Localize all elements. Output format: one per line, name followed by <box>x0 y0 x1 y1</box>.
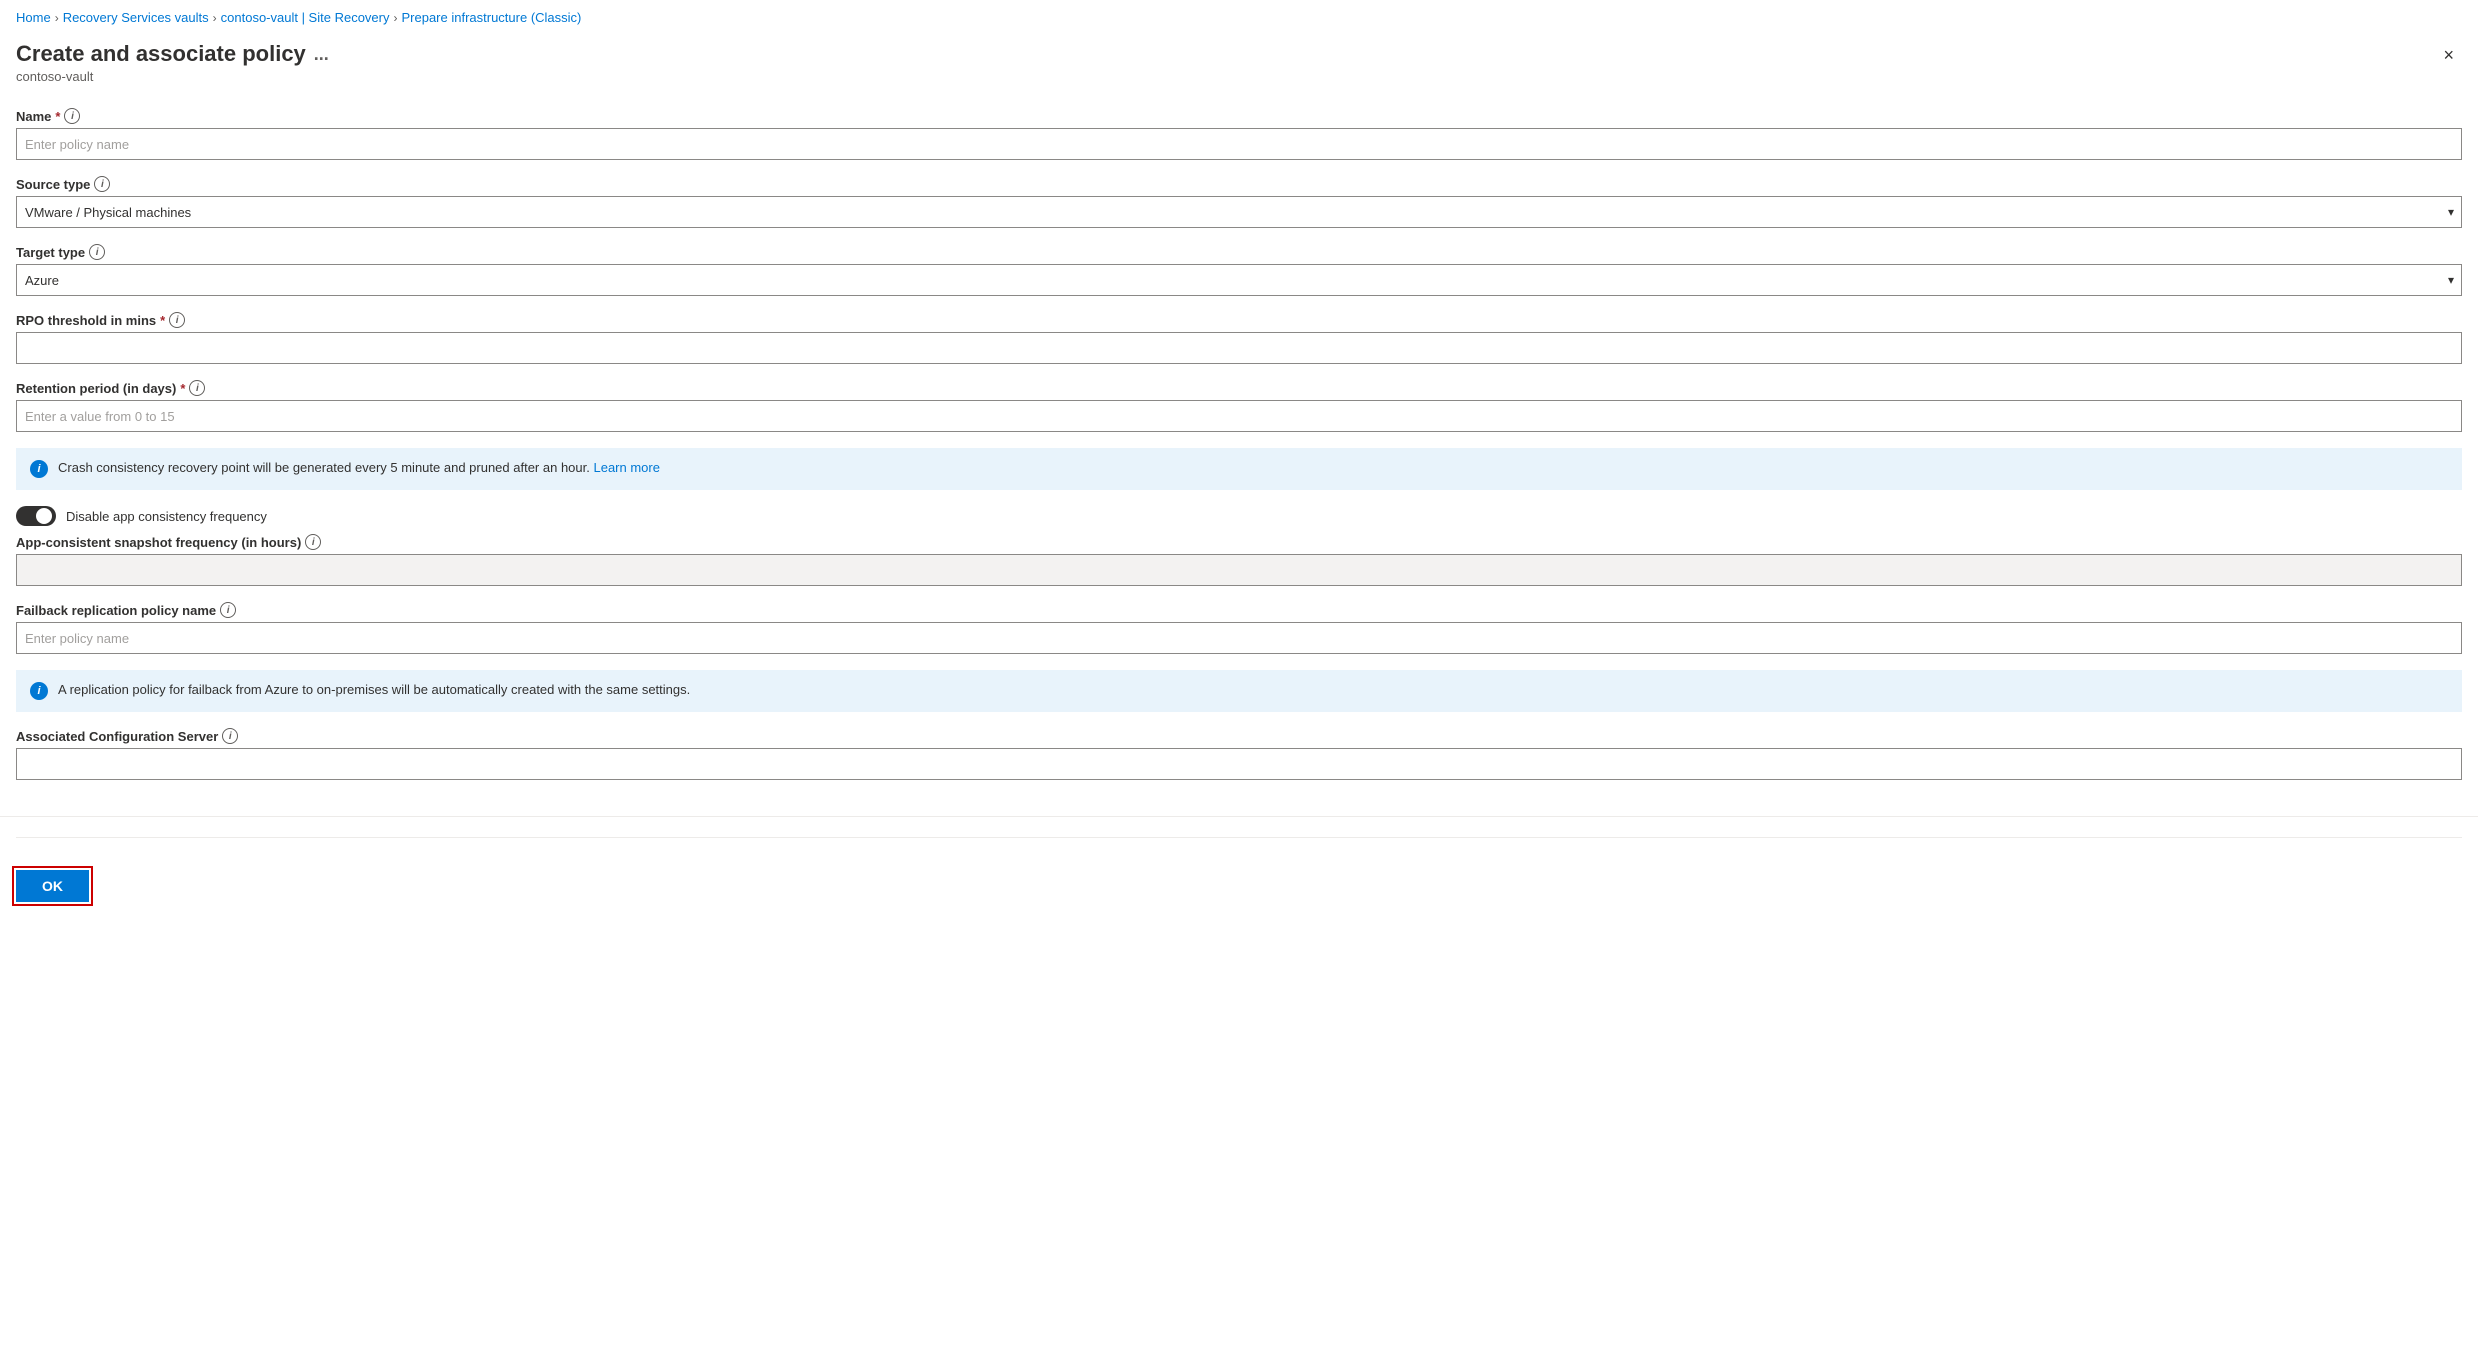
failback-label-text: Failback replication policy name <box>16 603 216 618</box>
assoc-server-info-icon: i <box>222 728 238 744</box>
ellipsis-menu[interactable]: ... <box>314 44 329 65</box>
ok-button[interactable]: OK <box>16 870 89 902</box>
name-label-text: Name <box>16 109 51 124</box>
breadcrumb-prepare[interactable]: Prepare infrastructure (Classic) <box>401 10 581 25</box>
page-title-area: Create and associate policy ... contoso-… <box>16 41 329 96</box>
app-consistency-toggle[interactable] <box>16 506 56 526</box>
toggle-label: Disable app consistency frequency <box>66 509 267 524</box>
page-header: Create and associate policy ... contoso-… <box>0 33 2478 100</box>
failback-info-circle: i <box>30 682 48 700</box>
bottom-bar: OK <box>0 816 2478 914</box>
form-container: Name * i Source type i VMware / Physical… <box>0 100 2478 816</box>
failback-banner-text: A replication policy for failback from A… <box>58 682 690 697</box>
failback-banner: i A replication policy for failback from… <box>16 670 2462 712</box>
source-type-label-text: Source type <box>16 177 90 192</box>
source-type-label: Source type i <box>16 176 2462 192</box>
name-input[interactable] <box>16 128 2462 160</box>
failback-input[interactable] <box>16 622 2462 654</box>
target-type-label: Target type i <box>16 244 2462 260</box>
crash-consistency-text: Crash consistency recovery point will be… <box>58 460 660 475</box>
name-group: Name * i <box>16 108 2462 160</box>
target-type-label-text: Target type <box>16 245 85 260</box>
crash-consistency-banner: i Crash consistency recovery point will … <box>16 448 2462 490</box>
assoc-server-label: Associated Configuration Server i <box>16 728 2462 744</box>
app-snapshot-label: App-consistent snapshot frequency (in ho… <box>16 534 2462 550</box>
source-type-select-wrapper: VMware / Physical machines Hyper-V ▾ <box>16 196 2462 228</box>
retention-label-text: Retention period (in days) <box>16 381 176 396</box>
learn-more-link[interactable]: Learn more <box>593 460 659 475</box>
app-snapshot-label-text: App-consistent snapshot frequency (in ho… <box>16 535 301 550</box>
retention-input[interactable] <box>16 400 2462 432</box>
failback-group: Failback replication policy name i <box>16 602 2462 654</box>
retention-info-icon: i <box>189 380 205 396</box>
page-subtitle: contoso-vault <box>16 67 329 96</box>
toggle-slider <box>16 506 56 526</box>
failback-label: Failback replication policy name i <box>16 602 2462 618</box>
assoc-server-label-text: Associated Configuration Server <box>16 729 218 744</box>
name-info-icon: i <box>64 108 80 124</box>
app-snapshot-group: App-consistent snapshot frequency (in ho… <box>16 534 2462 586</box>
crash-consistency-info-circle: i <box>30 460 48 478</box>
close-button[interactable]: × <box>2435 41 2462 70</box>
retention-required: * <box>180 381 185 396</box>
breadcrumb-home[interactable]: Home <box>16 10 51 25</box>
target-type-select-wrapper: Azure On-premises ▾ <box>16 264 2462 296</box>
breadcrumb-sep-2: › <box>213 11 217 25</box>
divider <box>16 837 2462 838</box>
breadcrumb-sep-1: › <box>55 11 59 25</box>
target-type-select[interactable]: Azure On-premises <box>16 264 2462 296</box>
crash-consistency-text-content: Crash consistency recovery point will be… <box>58 460 590 475</box>
source-type-select[interactable]: VMware / Physical machines Hyper-V <box>16 196 2462 228</box>
breadcrumb: Home › Recovery Services vaults › contos… <box>0 0 2478 33</box>
source-type-info-icon: i <box>94 176 110 192</box>
rpo-required: * <box>160 313 165 328</box>
source-type-group: Source type i VMware / Physical machines… <box>16 176 2462 228</box>
rpo-label: RPO threshold in mins * i <box>16 312 2462 328</box>
failback-info-icon: i <box>220 602 236 618</box>
name-label: Name * i <box>16 108 2462 124</box>
breadcrumb-recovery[interactable]: Recovery Services vaults <box>63 10 209 25</box>
breadcrumb-vault[interactable]: contoso-vault | Site Recovery <box>221 10 390 25</box>
page-title: Create and associate policy ... <box>16 41 329 67</box>
target-type-group: Target type i Azure On-premises ▾ <box>16 244 2462 296</box>
app-snapshot-input[interactable]: 0 <box>16 554 2462 586</box>
assoc-server-group: Associated Configuration Server i contos… <box>16 728 2462 780</box>
retention-label: Retention period (in days) * i <box>16 380 2462 396</box>
assoc-server-input[interactable]: contosoCS <box>16 748 2462 780</box>
rpo-group: RPO threshold in mins * i 60 <box>16 312 2462 364</box>
target-type-info-icon: i <box>89 244 105 260</box>
retention-group: Retention period (in days) * i <box>16 380 2462 432</box>
page-title-text: Create and associate policy <box>16 41 306 67</box>
app-snapshot-info-icon: i <box>305 534 321 550</box>
rpo-label-text: RPO threshold in mins <box>16 313 156 328</box>
name-required: * <box>55 109 60 124</box>
breadcrumb-sep-3: › <box>393 11 397 25</box>
rpo-info-icon: i <box>169 312 185 328</box>
app-consistency-toggle-row: Disable app consistency frequency <box>16 506 2462 526</box>
rpo-input[interactable]: 60 <box>16 332 2462 364</box>
